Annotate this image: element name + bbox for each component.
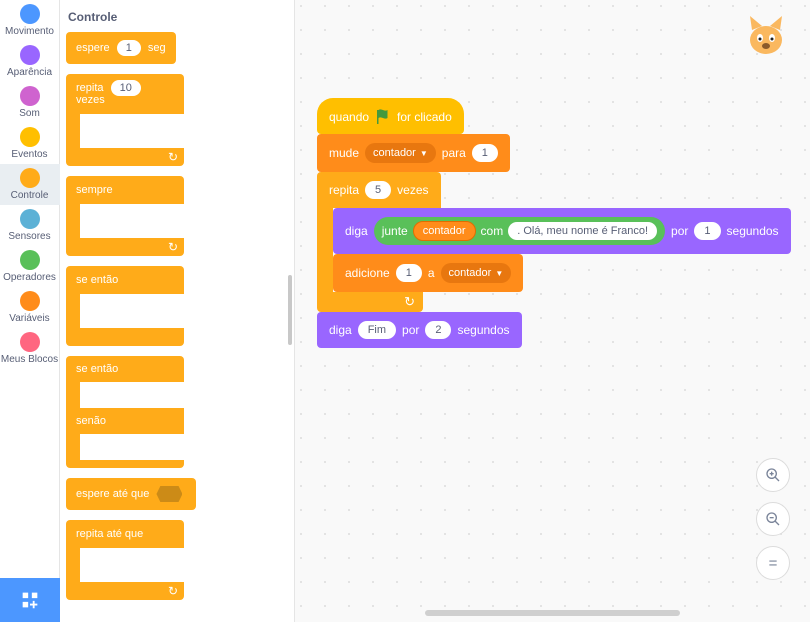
loop-arrow-icon: ↻ xyxy=(168,240,178,254)
block-when-flag-clicked[interactable]: quando for clicado xyxy=(317,98,464,134)
zoom-in-button[interactable] xyxy=(756,458,790,492)
category-label: Operadores xyxy=(3,272,56,283)
category-sensing[interactable]: Sensores xyxy=(0,205,60,246)
block-change-variable[interactable]: adicione 1 a contador▼ xyxy=(333,254,523,292)
category-label: Controle xyxy=(11,190,49,201)
workspace-h-scrollbar[interactable] xyxy=(425,610,680,616)
category-label: Eventos xyxy=(11,149,47,160)
script-stack[interactable]: quando for clicado mude contador▼ para 1… xyxy=(317,98,791,348)
block-set-variable[interactable]: mude contador▼ para 1 xyxy=(317,134,510,172)
palette-block-if[interactable]: se então xyxy=(66,266,184,346)
recenter-icon: = xyxy=(769,555,778,572)
chevron-down-icon: ▼ xyxy=(495,269,503,278)
category-label: Som xyxy=(19,108,40,119)
category-myblocks[interactable]: Meus Blocos xyxy=(0,328,60,369)
block-repeat[interactable]: repita 5 vezes diga junte contador com .… xyxy=(317,172,791,312)
chevron-down-icon: ▼ xyxy=(420,149,428,158)
block-say-for-secs[interactable]: diga junte contador com . Olá, meu nome … xyxy=(333,208,791,254)
category-events[interactable]: Eventos xyxy=(0,123,60,164)
zoom-in-icon xyxy=(765,467,781,483)
extensions-button[interactable] xyxy=(0,578,60,622)
seconds-input[interactable]: 1 xyxy=(694,222,720,240)
text-input[interactable]: Fim xyxy=(358,321,396,339)
value-input[interactable]: 1 xyxy=(472,144,498,162)
text-input[interactable]: . Olá, meu nome é Franco! xyxy=(508,222,657,240)
category-rail: Movimento Aparência Som Eventos Controle… xyxy=(0,0,60,622)
wait-arg[interactable]: 1 xyxy=(117,40,141,56)
loop-arrow-icon: ↻ xyxy=(404,294,415,310)
seconds-input[interactable]: 2 xyxy=(425,321,451,339)
operator-join[interactable]: junte contador com . Olá, meu nome é Fra… xyxy=(374,217,665,245)
palette-block-ifelse[interactable]: se então senão xyxy=(66,356,184,468)
value-input[interactable]: 1 xyxy=(396,264,422,282)
repeat-count-input[interactable]: 5 xyxy=(365,181,391,199)
palette-block-forever[interactable]: sempre ↻ xyxy=(66,176,184,256)
repeat-arg[interactable]: 10 xyxy=(111,80,141,96)
category-looks[interactable]: Aparência xyxy=(0,41,60,82)
category-variables[interactable]: Variáveis xyxy=(0,287,60,328)
boolean-slot[interactable] xyxy=(156,486,182,502)
category-control[interactable]: Controle xyxy=(0,164,60,205)
category-label: Movimento xyxy=(5,26,54,37)
variable-dropdown[interactable]: contador▼ xyxy=(365,143,436,163)
variable-dropdown[interactable]: contador▼ xyxy=(441,263,512,283)
category-operators[interactable]: Operadores xyxy=(0,246,60,287)
zoom-out-icon xyxy=(765,511,781,527)
workspace[interactable]: quando for clicado mude contador▼ para 1… xyxy=(295,0,810,622)
cat-icon xyxy=(742,12,790,60)
extensions-icon xyxy=(19,589,41,611)
palette-scrollbar[interactable] xyxy=(288,275,292,345)
loop-arrow-icon: ↻ xyxy=(168,150,178,164)
zoom-out-button[interactable] xyxy=(756,502,790,536)
palette-heading: Controle xyxy=(68,10,288,24)
loop-arrow-icon: ↻ xyxy=(168,584,178,598)
category-label: Variáveis xyxy=(9,313,49,324)
palette-block-wait[interactable]: espere 1 seg xyxy=(66,32,176,64)
category-motion[interactable]: Movimento xyxy=(0,0,60,41)
sprite-watermark xyxy=(742,12,790,60)
palette-block-repeatuntil[interactable]: repita até que ↻ xyxy=(66,520,184,600)
palette-block-repeat[interactable]: repita 10 vezes ↻ xyxy=(66,74,184,166)
block-say-for-secs[interactable]: diga Fim por 2 segundos xyxy=(317,312,522,348)
palette-block-waituntil[interactable]: espere até que xyxy=(66,478,196,510)
category-sound[interactable]: Som xyxy=(0,82,60,123)
workspace-controls: = xyxy=(756,458,790,580)
recenter-button[interactable]: = xyxy=(756,546,790,580)
variable-reporter[interactable]: contador xyxy=(413,221,476,241)
green-flag-icon xyxy=(375,109,391,125)
category-label: Sensores xyxy=(8,231,50,242)
category-label: Aparência xyxy=(7,67,52,78)
block-palette: Controle espere 1 seg repita 10 vezes ↻ … xyxy=(60,0,295,622)
category-label: Meus Blocos xyxy=(1,354,58,365)
